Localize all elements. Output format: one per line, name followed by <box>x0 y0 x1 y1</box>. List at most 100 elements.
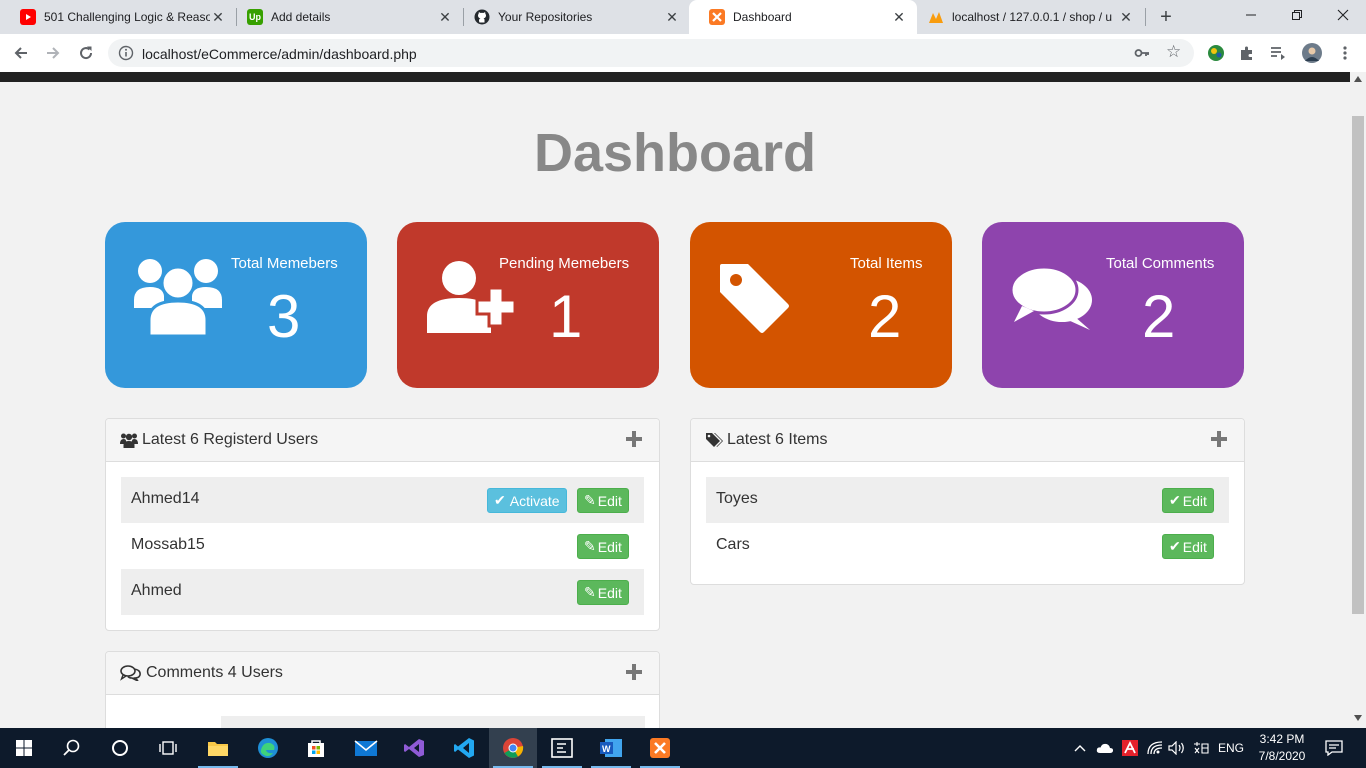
notifications-icon[interactable] <box>1320 728 1348 768</box>
arrow-left-icon <box>14 47 27 59</box>
cortana-button[interactable] <box>96 728 144 768</box>
new-tab-button[interactable]: + <box>1154 5 1178 29</box>
word-icon: W <box>600 739 622 757</box>
youtube-icon <box>20 9 36 25</box>
scrollbar-thumb[interactable] <box>1352 116 1364 614</box>
language-indicator[interactable]: ENG <box>1214 728 1248 768</box>
svg-text:W: W <box>602 744 611 754</box>
latest-users-panel: Latest 6 Registerd Users Ahmed14 ✔ Activ… <box>105 418 660 631</box>
edit-label: Edit <box>597 584 622 601</box>
check-icon: ✔ <box>1169 538 1181 554</box>
onedrive-icon[interactable] <box>1094 728 1116 768</box>
xampp-icon <box>709 9 725 25</box>
ime-icon[interactable] <box>1189 728 1213 768</box>
edge-icon <box>258 738 278 758</box>
browser-tab-strip: 501 Challenging Logic & Reaso ✕ Up Add d… <box>0 0 1366 34</box>
vscode-button[interactable] <box>440 728 488 768</box>
plus-icon[interactable] <box>625 430 643 448</box>
tab-phpmyadmin[interactable]: localhost / 127.0.0.1 / shop / u ✕ <box>908 0 1144 34</box>
edit-label: Edit <box>597 538 622 555</box>
extension-globe-icon[interactable] <box>1206 43 1226 63</box>
visual-studio-button[interactable] <box>390 728 438 768</box>
item-name: Cars <box>716 536 750 553</box>
edit-button[interactable]: ✎ Edit <box>577 534 629 559</box>
close-window-button[interactable] <box>1320 0 1366 30</box>
forward-button[interactable] <box>40 40 66 66</box>
terminal-app-button[interactable] <box>538 728 586 768</box>
edit-label: Edit <box>597 492 622 509</box>
info-icon[interactable] <box>118 45 134 61</box>
stat-card-total-members[interactable]: Total Memebers 3 <box>105 222 367 388</box>
edge-button[interactable] <box>244 728 292 768</box>
tab-youtube[interactable]: 501 Challenging Logic & Reaso ✕ <box>0 0 236 34</box>
antivirus-icon[interactable] <box>1119 728 1141 768</box>
edit-button[interactable]: ✎ Edit <box>577 488 629 513</box>
user-name: Mossab15 <box>131 536 205 553</box>
edit-button[interactable]: ✔ Edit <box>1162 534 1214 559</box>
windows-icon <box>16 740 32 756</box>
media-queue-icon[interactable] <box>1268 43 1288 63</box>
user-name: Ahmed <box>131 582 182 599</box>
stat-card-total-items[interactable]: Total Items 2 <box>690 222 952 388</box>
activate-button[interactable]: ✔ Activate <box>487 488 567 513</box>
tray-overflow-icon[interactable] <box>1070 728 1090 768</box>
page-title: Dashboard <box>533 123 817 183</box>
store-button[interactable] <box>292 728 340 768</box>
xampp-button[interactable] <box>636 728 684 768</box>
scroll-down-icon[interactable] <box>1354 715 1362 721</box>
upwork-icon: Up <box>247 9 263 25</box>
close-tab-icon[interactable]: ✕ <box>664 9 680 25</box>
mail-button[interactable] <box>342 728 390 768</box>
wifi-icon[interactable] <box>1144 728 1166 768</box>
search-button[interactable] <box>48 728 96 768</box>
check-icon: ✔ <box>494 492 506 508</box>
tab-github[interactable]: Your Repositories ✕ <box>454 0 690 34</box>
plus-icon[interactable] <box>1210 430 1228 448</box>
key-icon[interactable] <box>1134 45 1150 61</box>
tab-title: localhost / 127.0.0.1 / shop / u <box>952 10 1113 24</box>
task-view-button[interactable] <box>144 728 192 768</box>
stat-card-total-comments[interactable]: Total Comments 2 <box>982 222 1244 388</box>
address-bar[interactable]: localhost/eCommerce/admin/dashboard.php … <box>108 39 1194 67</box>
tab-dashboard[interactable]: Dashboard ✕ <box>689 0 917 34</box>
back-button[interactable] <box>8 40 34 66</box>
tab-upwork[interactable]: Up Add details ✕ <box>227 0 463 34</box>
plus-icon[interactable] <box>625 663 643 681</box>
visual-studio-icon <box>404 739 424 757</box>
file-explorer-button[interactable] <box>194 728 242 768</box>
more-menu-icon[interactable] <box>1335 43 1355 63</box>
puzzle-icon[interactable] <box>1237 43 1257 63</box>
minimize-button[interactable] <box>1228 0 1274 30</box>
reload-button[interactable] <box>73 40 99 66</box>
close-tab-icon[interactable]: ✕ <box>891 9 907 25</box>
phpmyadmin-icon <box>928 9 944 25</box>
minimize-icon <box>1246 14 1256 16</box>
scroll-up-icon[interactable] <box>1354 76 1362 82</box>
stat-value: 2 <box>1142 283 1176 350</box>
search-icon <box>63 739 80 756</box>
tags-icon <box>706 433 723 447</box>
panel-title: Latest 6 Registerd Users <box>142 431 319 448</box>
comments-icon <box>1010 266 1092 330</box>
stat-card-pending-members[interactable]: Pending Memebers 1 <box>397 222 659 388</box>
tab-title: Your Repositories <box>498 10 593 24</box>
close-tab-icon[interactable]: ✕ <box>210 9 226 25</box>
chrome-button[interactable] <box>489 728 537 768</box>
avatar[interactable] <box>1302 43 1322 63</box>
panel-heading: Latest 6 Registerd Users <box>106 419 659 462</box>
word-button[interactable]: W <box>587 728 635 768</box>
start-button[interactable] <box>0 728 48 768</box>
page-scrollbar[interactable] <box>1350 72 1366 728</box>
stat-value: 3 <box>267 283 301 350</box>
stat-value: 2 <box>868 283 902 350</box>
edit-button[interactable]: ✎ Edit <box>577 580 629 605</box>
restore-button[interactable] <box>1274 0 1320 30</box>
comment-row <box>221 716 645 728</box>
close-tab-icon[interactable]: ✕ <box>437 9 453 25</box>
volume-icon[interactable] <box>1166 728 1188 768</box>
edit-button[interactable]: ✔ Edit <box>1162 488 1214 513</box>
star-icon[interactable]: ☆ <box>1166 43 1181 61</box>
clock[interactable]: 3:42 PM 7/8/2020 <box>1250 731 1314 765</box>
close-tab-icon[interactable]: ✕ <box>1118 9 1134 25</box>
list-item: Toyes ✔ Edit <box>706 477 1229 523</box>
